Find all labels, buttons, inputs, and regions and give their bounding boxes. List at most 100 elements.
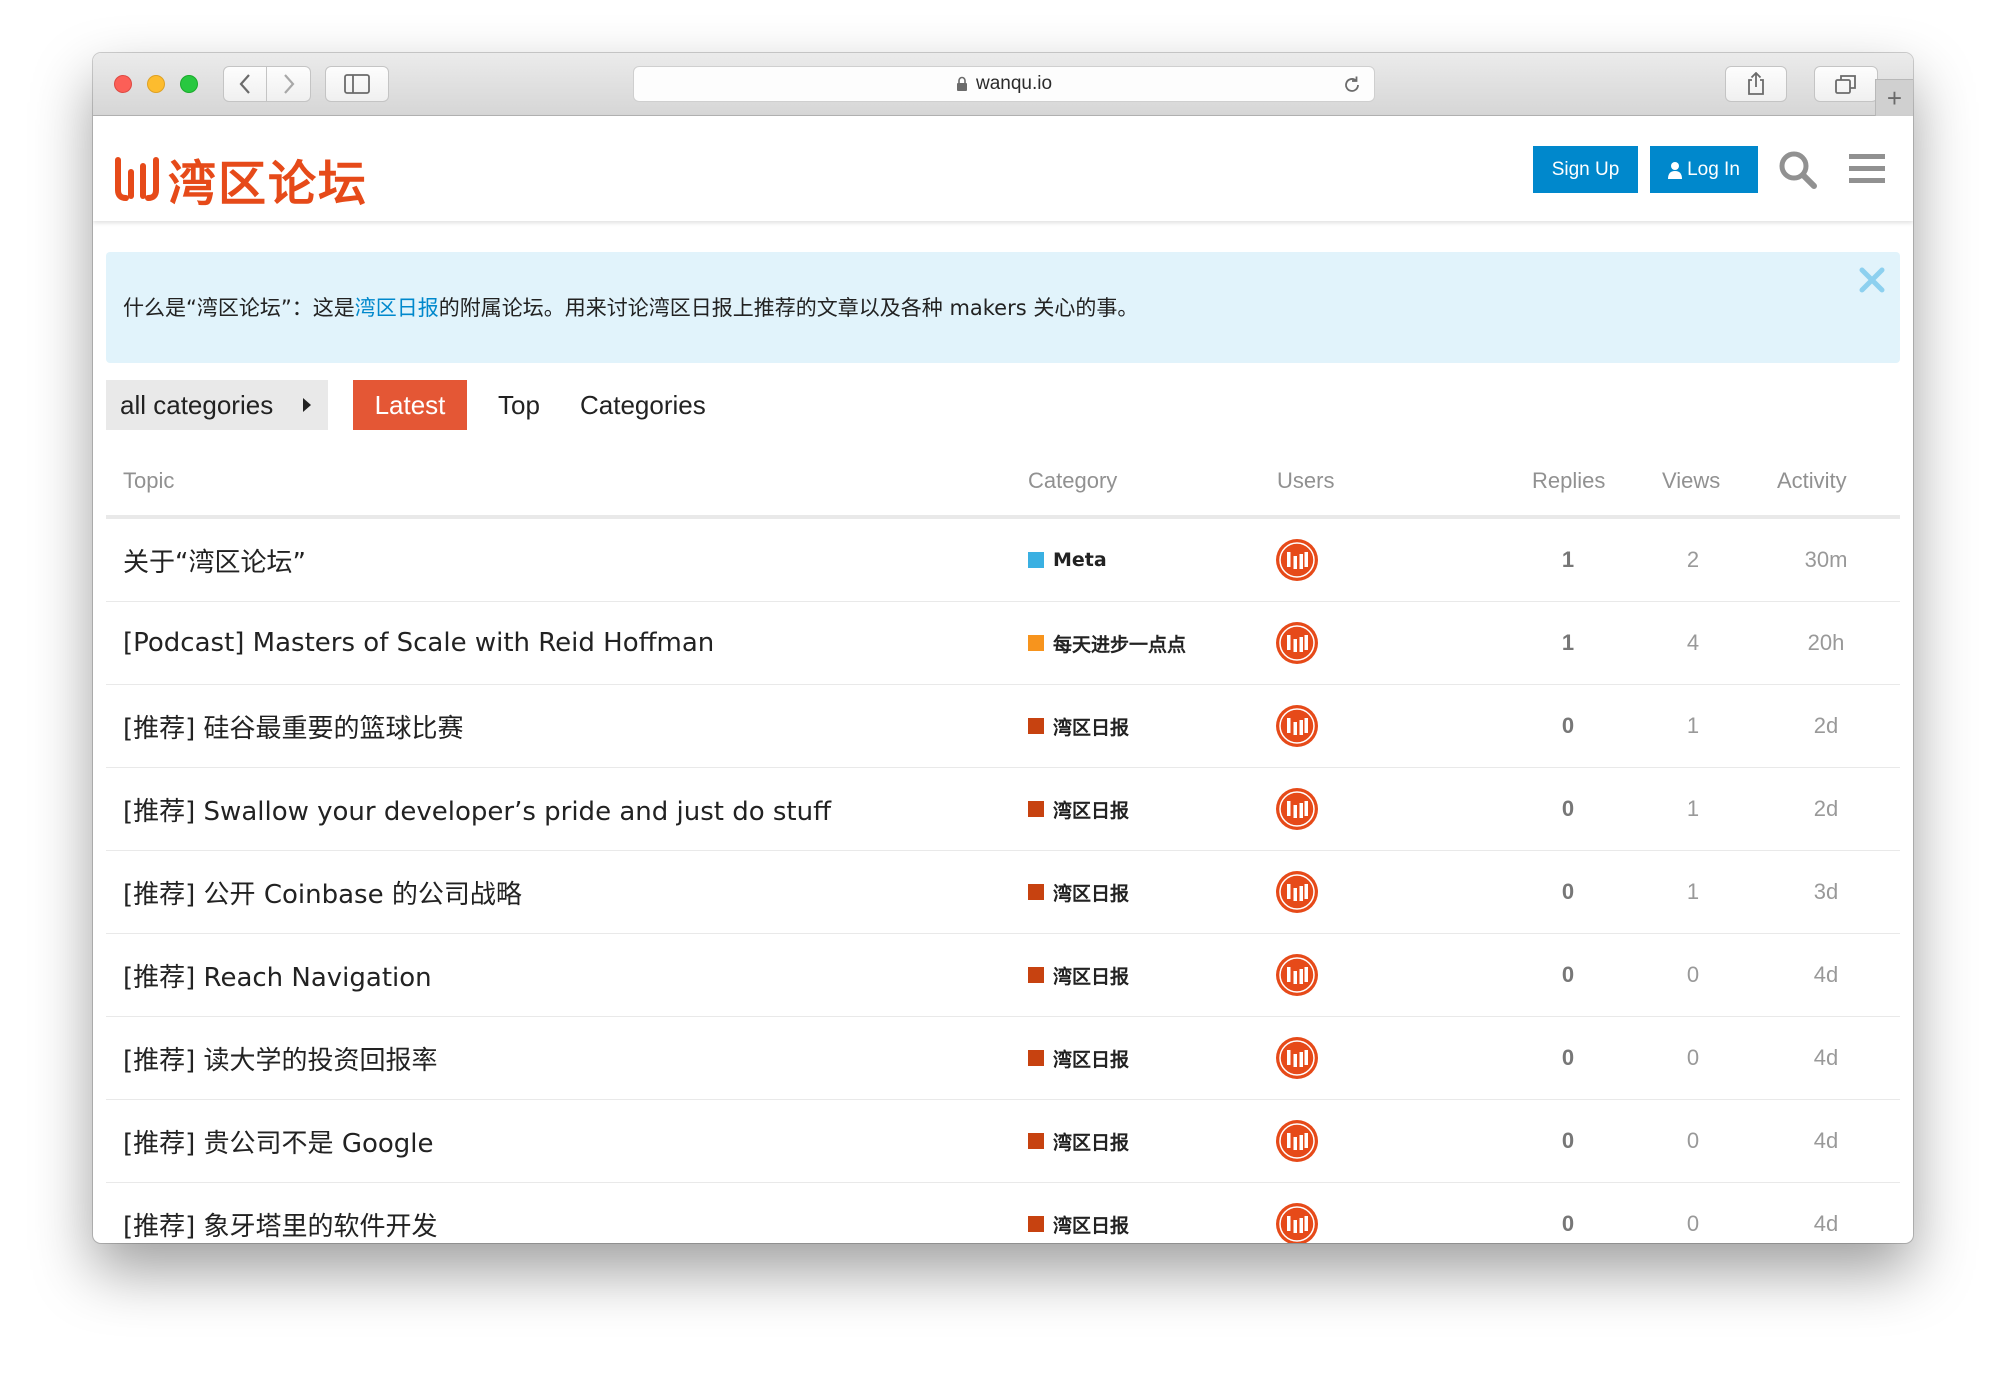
site-header: 湾区论坛 Sign Up Log In xyxy=(93,116,1913,221)
topic-title-link[interactable]: [推荐] Reach Navigation xyxy=(123,934,432,1016)
category-badge[interactable]: 湾区日报 xyxy=(1028,851,1129,933)
activity-time-value: 2d xyxy=(1813,713,1839,738)
column-header-category: Category xyxy=(1028,468,1118,493)
topic-nav: all categories Latest Top Categories xyxy=(106,380,806,430)
avatar[interactable] xyxy=(1275,1017,1319,1099)
view-count-value: 2 xyxy=(1686,547,1700,572)
activity-time-value: 4d xyxy=(1813,1045,1839,1070)
view-count: 1 xyxy=(1657,851,1729,933)
topic-title: [推荐] 贵公司不是 Google xyxy=(123,1128,434,1159)
tab-categories[interactable]: Categories xyxy=(560,380,726,430)
user-avatar-icon xyxy=(1276,1203,1318,1243)
banner-link[interactable]: 湾区日报 xyxy=(355,296,439,320)
reply-count: 1 xyxy=(1532,602,1604,684)
view-count: 1 xyxy=(1657,685,1729,767)
forward-button[interactable] xyxy=(267,66,311,102)
tab-top-label: Top xyxy=(498,389,540,420)
column-header-activity[interactable]: Activity xyxy=(1777,468,1847,494)
tab-categories-label: Categories xyxy=(580,389,706,420)
activity-time[interactable]: 30m xyxy=(1766,519,1886,601)
category-badge[interactable]: 湾区日报 xyxy=(1028,1017,1129,1099)
address-bar[interactable]: wanqu.io xyxy=(633,66,1375,102)
share-icon xyxy=(1748,72,1764,95)
share-button[interactable] xyxy=(1725,66,1787,102)
reply-count-value: 0 xyxy=(1561,1211,1575,1236)
logo-text: 湾区论坛 xyxy=(168,156,369,212)
url-text: wanqu.io xyxy=(975,73,1053,94)
category-color-swatch xyxy=(1028,552,1044,568)
activity-time[interactable]: 3d xyxy=(1766,851,1886,933)
back-button[interactable] xyxy=(223,66,267,102)
table-row: [推荐] 贵公司不是 Google 湾区日报 0 0 4d xyxy=(106,1100,1900,1183)
category-badge[interactable]: 湾区日报 xyxy=(1028,768,1129,850)
show-tabs-button[interactable] xyxy=(1814,66,1878,102)
sidebar-icon xyxy=(344,74,370,94)
welcome-banner: 什么是“湾区论坛”：这是湾区日报的附属论坛。用来讨论湾区日报上推荐的文章以及各种… xyxy=(106,252,1900,363)
activity-time[interactable]: 2d xyxy=(1766,768,1886,850)
category-badge[interactable]: 每天进步一点点 xyxy=(1028,602,1186,684)
avatar[interactable] xyxy=(1275,1100,1319,1182)
chevron-right-icon xyxy=(283,74,294,94)
close-banner-icon[interactable] xyxy=(1858,266,1886,299)
minimize-window-button[interactable] xyxy=(147,75,165,93)
activity-time[interactable]: 4d xyxy=(1766,1100,1886,1182)
category-badge[interactable]: Meta xyxy=(1028,519,1107,601)
table-row: [推荐] 公开 Coinbase 的公司战略 湾区日报 0 1 3d xyxy=(106,851,1900,934)
tab-top[interactable]: Top xyxy=(478,380,560,430)
activity-time[interactable]: 20h xyxy=(1766,602,1886,684)
activity-time[interactable]: 4d xyxy=(1766,934,1886,1016)
activity-time[interactable]: 4d xyxy=(1766,1183,1886,1243)
topic-title: [推荐] Swallow your developer’s pride and … xyxy=(123,796,832,827)
hamburger-menu-icon[interactable] xyxy=(1849,154,1885,189)
avatar[interactable] xyxy=(1275,519,1319,601)
caret-right-icon xyxy=(303,398,311,412)
sign-up-button[interactable]: Sign Up xyxy=(1533,146,1638,193)
avatar[interactable] xyxy=(1275,851,1319,933)
topic-title-link[interactable]: [Podcast] Masters of Scale with Reid Hof… xyxy=(123,602,714,684)
sidebar-toggle-button[interactable] xyxy=(325,66,389,102)
log-in-button[interactable]: Log In xyxy=(1650,146,1758,193)
category-badge[interactable]: 湾区日报 xyxy=(1028,685,1129,767)
new-tab-button[interactable]: + xyxy=(1875,79,1913,116)
tab-latest[interactable]: Latest xyxy=(353,380,467,430)
topic-title-link[interactable]: [推荐] 贵公司不是 Google xyxy=(123,1100,434,1182)
close-window-button[interactable] xyxy=(114,75,132,93)
topic-title-link[interactable]: [推荐] 公开 Coinbase 的公司战略 xyxy=(123,851,522,933)
category-dropdown-label: all categories xyxy=(120,389,274,420)
avatar[interactable] xyxy=(1275,768,1319,850)
avatar[interactable] xyxy=(1275,602,1319,684)
topic-title-link[interactable]: 关于“湾区论坛” xyxy=(123,519,306,601)
topic-title-link[interactable]: [推荐] Swallow your developer’s pride and … xyxy=(123,768,831,850)
category-badge[interactable]: 湾区日报 xyxy=(1028,934,1129,1016)
site-logo[interactable]: 湾区论坛 xyxy=(112,144,368,214)
category-badge[interactable]: 湾区日报 xyxy=(1028,1100,1129,1182)
avatar[interactable] xyxy=(1275,1183,1319,1243)
avatar[interactable] xyxy=(1275,934,1319,1016)
activity-time-value: 2d xyxy=(1813,796,1839,821)
activity-time-value: 4d xyxy=(1813,1211,1839,1236)
category-badge[interactable]: 湾区日报 xyxy=(1028,1183,1129,1243)
user-avatar-icon xyxy=(1276,539,1318,581)
user-avatar-icon xyxy=(1276,1037,1318,1079)
activity-time[interactable]: 2d xyxy=(1766,685,1886,767)
chevron-left-icon xyxy=(239,74,250,94)
reply-count: 0 xyxy=(1532,851,1604,933)
topic-title-link[interactable]: [推荐] 象牙塔里的软件开发 xyxy=(123,1183,438,1243)
topic-title-link[interactable]: [推荐] 硅谷最重要的篮球比赛 xyxy=(123,685,464,767)
reload-icon[interactable] xyxy=(1342,75,1362,95)
topic-title-link[interactable]: [推荐] 读大学的投资回报率 xyxy=(123,1017,438,1099)
category-color-swatch xyxy=(1028,1133,1044,1149)
reply-count: 0 xyxy=(1532,934,1604,1016)
category-name: 湾区日报 xyxy=(1053,965,1130,988)
avatar[interactable] xyxy=(1275,685,1319,767)
category-name: 湾区日报 xyxy=(1053,1214,1130,1237)
column-header-views[interactable]: Views xyxy=(1662,468,1720,494)
activity-time[interactable]: 4d xyxy=(1766,1017,1886,1099)
column-header-replies[interactable]: Replies xyxy=(1532,468,1605,494)
topic-title: 关于“湾区论坛” xyxy=(123,547,306,578)
zoom-window-button[interactable] xyxy=(180,75,198,93)
category-name: 湾区日报 xyxy=(1053,716,1130,739)
category-dropdown[interactable]: all categories xyxy=(106,380,328,430)
banner-prefix: 什么是“湾区论坛”：这是 xyxy=(123,296,355,320)
search-icon[interactable] xyxy=(1778,150,1818,195)
